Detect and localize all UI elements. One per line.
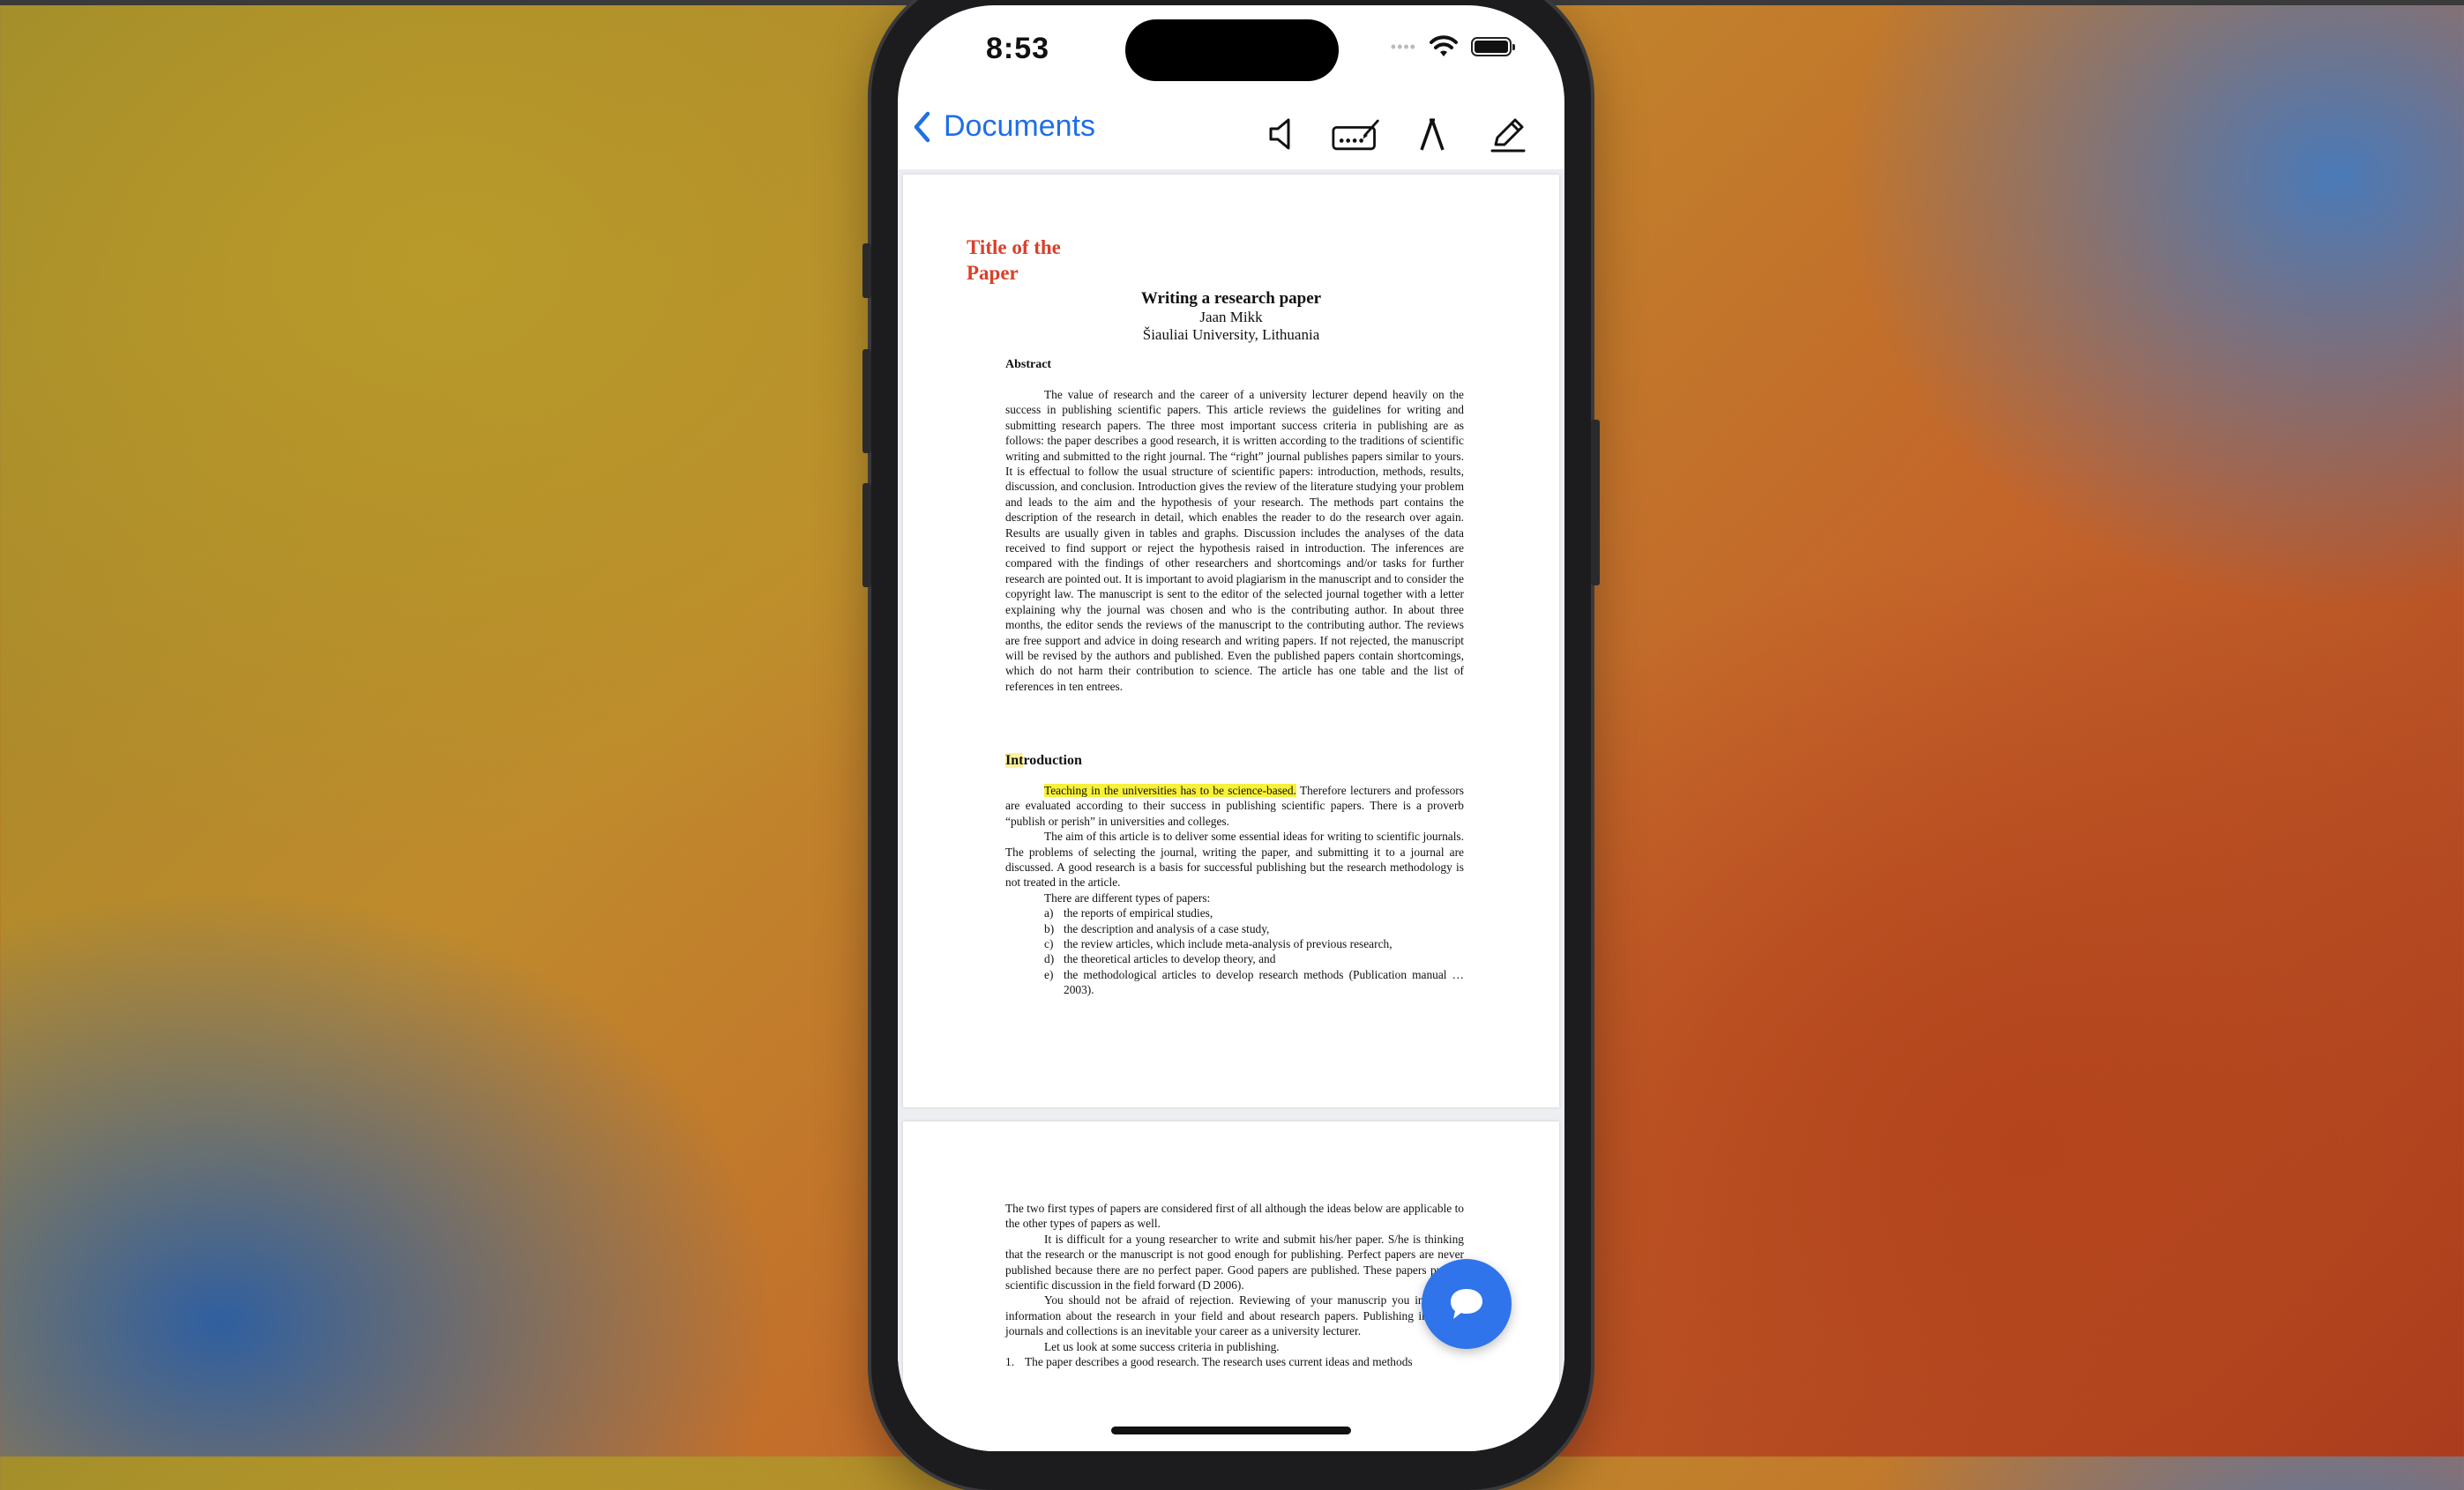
keyboard-pen-button[interactable]: [1332, 109, 1381, 159]
pencil-icon: [1490, 118, 1526, 153]
cellular-signal-icon: ••••: [1390, 37, 1416, 56]
list-item: c) the review articles, which include met…: [1044, 937, 1393, 951]
speaker-button[interactable]: [1256, 109, 1305, 159]
intro-paragraph-1: Teaching in the universities has to be s…: [1005, 783, 1464, 829]
list-item: 1. The paper describes a good research. T…: [1005, 1355, 1413, 1369]
paper-author: Jaan Mikk: [1199, 309, 1263, 325]
power-button: [1591, 420, 1600, 585]
pencil-button[interactable]: [1483, 109, 1533, 159]
chevron-left-icon: [914, 111, 930, 142]
introduction-body: Teaching in the universities has to be s…: [1005, 783, 1464, 998]
list-item: b) the description and analysis of a case…: [1044, 921, 1270, 935]
status-icons: ••••: [1390, 35, 1515, 58]
heading-selection-highlight[interactable]: Int: [1005, 753, 1024, 768]
intro-paragraph-2: The aim of this article is to deliver so…: [1005, 830, 1464, 890]
page2-paragraph-2: It is difficult for a young researcher t…: [1005, 1232, 1464, 1293]
abstract-heading: Abstract: [1005, 358, 1052, 371]
toolbar: [1256, 109, 1533, 159]
chat-bubble-icon: [1451, 1289, 1482, 1319]
chat-button[interactable]: [1422, 1259, 1512, 1349]
status-time: 8:53: [986, 32, 1050, 65]
text-tool-button[interactable]: [1407, 109, 1457, 159]
heading-rest: roduction: [1023, 753, 1082, 768]
pdf-page-1: Title of the Paper Writing a research pa…: [903, 175, 1559, 1107]
text-tool-icon: [1420, 118, 1445, 151]
navigation-bar: Documents: [898, 102, 1564, 169]
speaker-icon: [1269, 118, 1290, 150]
page2-body: The two first types of papers are consid…: [1005, 1201, 1464, 1369]
annotation-title[interactable]: Title of the Paper: [967, 235, 1108, 286]
list-item: e) the methodological articles to develop…: [1044, 967, 1464, 997]
keyboard-pen-icon: [1332, 119, 1379, 151]
dynamic-island: [1125, 19, 1339, 81]
phone-screen: 8:53 •••• Documents Title of the Paper W…: [898, 5, 1564, 1451]
silent-switch: [862, 243, 871, 298]
page2-paragraph-1: The two first types of papers are consid…: [1005, 1202, 1464, 1231]
back-button[interactable]: Documents: [912, 109, 1095, 144]
abstract-text: The value of research and the career of …: [1005, 388, 1464, 693]
wifi-icon: [1430, 35, 1458, 56]
volume-down-button: [862, 483, 871, 587]
list-item: a) the reports of empirical studies,: [1044, 906, 1213, 920]
highlighted-sentence[interactable]: Teaching in the universities has to be s…: [1044, 784, 1296, 797]
list-item: d) the theoretical articles to develop th…: [1044, 952, 1276, 966]
intro-paragraph-3: There are different types of papers:: [1044, 890, 1211, 905]
battery-icon: [1471, 37, 1515, 56]
introduction-heading: Introduction: [1005, 753, 1082, 769]
home-indicator[interactable]: [1111, 1427, 1351, 1434]
page2-paragraph-4: Let us look at some success criteria in …: [1044, 1339, 1280, 1353]
page2-paragraph-3: You should not be afraid of rejection. R…: [1005, 1293, 1464, 1338]
back-label: Documents: [944, 109, 1095, 143]
paper-affiliation: Šiauliai University, Lithuania: [1142, 326, 1320, 343]
volume-up-button: [862, 349, 871, 453]
paper-title: Writing a research paper: [1140, 289, 1322, 308]
